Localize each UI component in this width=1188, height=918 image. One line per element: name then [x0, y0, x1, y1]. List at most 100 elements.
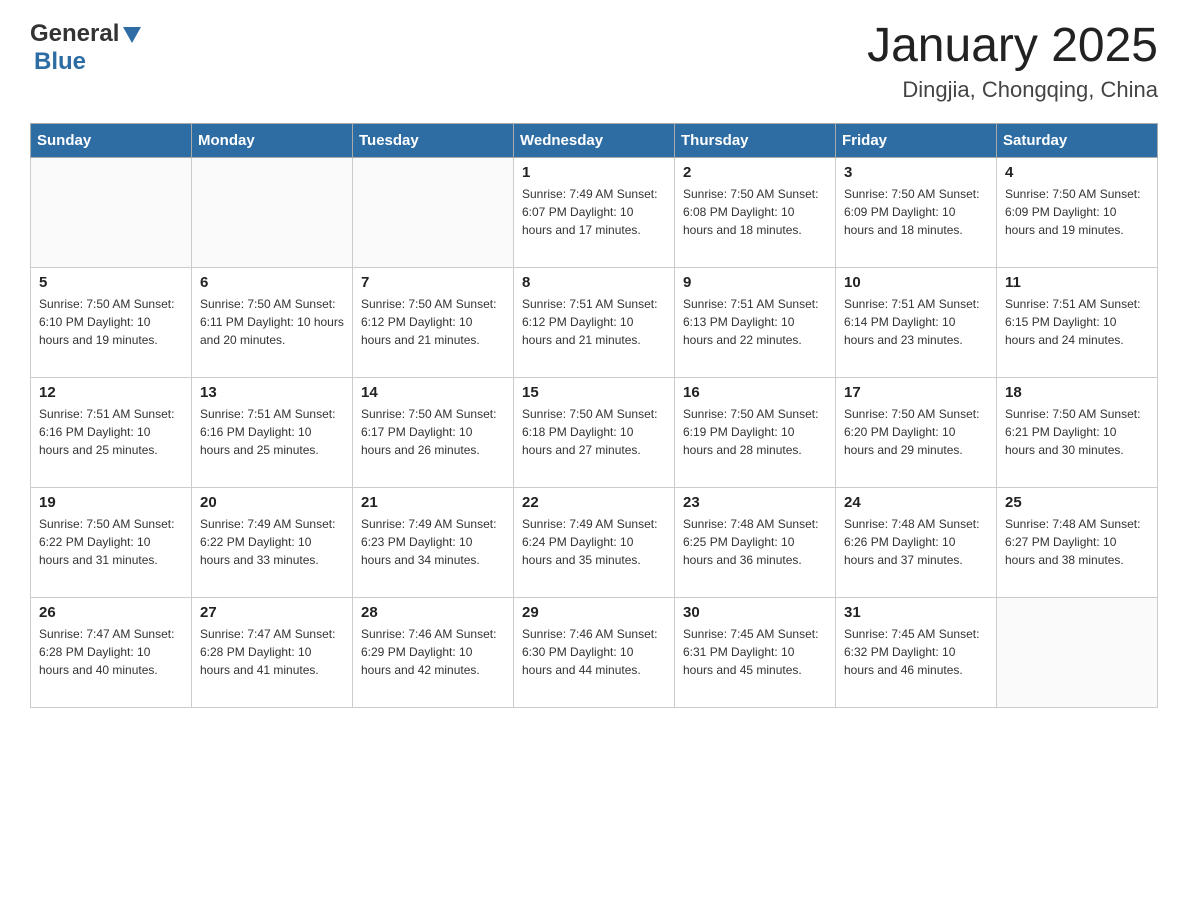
calendar-cell: 3 Sunrise: 7:50 AM Sunset: 6:09 PM Daylig… [836, 157, 997, 267]
day-number: 16 [683, 384, 827, 401]
day-info: Sunrise: 7:50 AM Sunset: 6:12 PM Dayligh… [361, 295, 505, 349]
page-header: General Blue January 2025 Dingjia, Chong… [30, 20, 1158, 103]
day-number: 15 [522, 384, 666, 401]
calendar-cell: 26Sunrise: 7:47 AM Sunset: 6:28 PM Dayli… [31, 597, 192, 707]
day-info: Sunrise: 7:45 AM Sunset: 6:32 PM Dayligh… [844, 625, 988, 679]
day-number: 28 [361, 604, 505, 621]
calendar-cell [997, 597, 1158, 707]
day-info: Sunrise: 7:50 AM Sunset: 6:21 PM Dayligh… [1005, 405, 1149, 459]
logo-blue-text: Blue [34, 48, 86, 75]
weekday-header-saturday: Saturday [997, 123, 1158, 157]
day-info: Sunrise: 7:45 AM Sunset: 6:31 PM Dayligh… [683, 625, 827, 679]
day-info: Sunrise: 7:51 AM Sunset: 6:16 PM Dayligh… [39, 405, 183, 459]
day-info: Sunrise: 7:51 AM Sunset: 6:12 PM Dayligh… [522, 295, 666, 349]
calendar-cell: 9 Sunrise: 7:51 AM Sunset: 6:13 PM Daylig… [675, 267, 836, 377]
day-info: Sunrise: 7:48 AM Sunset: 6:27 PM Dayligh… [1005, 515, 1149, 569]
calendar-week-1: 1Sunrise: 7:49 AM Sunset: 6:07 PM Daylig… [31, 157, 1158, 267]
day-number: 3 [844, 164, 988, 181]
day-number: 9 [683, 274, 827, 291]
calendar-cell: 7 Sunrise: 7:50 AM Sunset: 6:12 PM Daylig… [353, 267, 514, 377]
day-info: Sunrise: 7:50 AM Sunset: 6:18 PM Dayligh… [522, 405, 666, 459]
day-info: Sunrise: 7:49 AM Sunset: 6:24 PM Dayligh… [522, 515, 666, 569]
weekday-header-row: SundayMondayTuesdayWednesdayThursdayFrid… [31, 123, 1158, 157]
day-info: Sunrise: 7:50 AM Sunset: 6:19 PM Dayligh… [683, 405, 827, 459]
calendar-cell: 29 Sunrise: 7:46 AM Sunset: 6:30 PM Dayli… [514, 597, 675, 707]
day-number: 13 [200, 384, 344, 401]
calendar-cell [353, 157, 514, 267]
calendar-cell: 20 Sunrise: 7:49 AM Sunset: 6:22 PM Dayli… [192, 487, 353, 597]
calendar-cell: 30 Sunrise: 7:45 AM Sunset: 6:31 PM Dayli… [675, 597, 836, 707]
day-number: 5 [39, 274, 183, 291]
month-title: January 2025 [867, 20, 1158, 73]
weekday-header-thursday: Thursday [675, 123, 836, 157]
day-info: Sunrise: 7:49 AM Sunset: 6:07 PM Dayligh… [522, 185, 666, 239]
day-info: Sunrise: 7:48 AM Sunset: 6:25 PM Dayligh… [683, 515, 827, 569]
day-number: 30 [683, 604, 827, 621]
day-number: 24 [844, 494, 988, 511]
calendar-cell: 22Sunrise: 7:49 AM Sunset: 6:24 PM Dayli… [514, 487, 675, 597]
day-info: Sunrise: 7:47 AM Sunset: 6:28 PM Dayligh… [200, 625, 344, 679]
day-info: Sunrise: 7:50 AM Sunset: 6:22 PM Dayligh… [39, 515, 183, 569]
day-number: 11 [1005, 274, 1149, 291]
calendar-week-3: 12Sunrise: 7:51 AM Sunset: 6:16 PM Dayli… [31, 377, 1158, 487]
calendar-cell: 18 Sunrise: 7:50 AM Sunset: 6:21 PM Dayli… [997, 377, 1158, 487]
weekday-header-wednesday: Wednesday [514, 123, 675, 157]
calendar-cell: 1Sunrise: 7:49 AM Sunset: 6:07 PM Daylig… [514, 157, 675, 267]
day-info: Sunrise: 7:51 AM Sunset: 6:15 PM Dayligh… [1005, 295, 1149, 349]
calendar-cell: 5 Sunrise: 7:50 AM Sunset: 6:10 PM Daylig… [31, 267, 192, 377]
calendar-week-4: 19 Sunrise: 7:50 AM Sunset: 6:22 PM Dayli… [31, 487, 1158, 597]
day-number: 7 [361, 274, 505, 291]
weekday-header-sunday: Sunday [31, 123, 192, 157]
day-number: 6 [200, 274, 344, 291]
day-info: Sunrise: 7:50 AM Sunset: 6:10 PM Dayligh… [39, 295, 183, 349]
day-number: 25 [1005, 494, 1149, 511]
weekday-header-friday: Friday [836, 123, 997, 157]
day-info: Sunrise: 7:49 AM Sunset: 6:22 PM Dayligh… [200, 515, 344, 569]
weekday-header-monday: Monday [192, 123, 353, 157]
day-number: 20 [200, 494, 344, 511]
calendar-cell: 28 Sunrise: 7:46 AM Sunset: 6:29 PM Dayli… [353, 597, 514, 707]
day-number: 8 [522, 274, 666, 291]
day-number: 23 [683, 494, 827, 511]
day-number: 17 [844, 384, 988, 401]
day-info: Sunrise: 7:49 AM Sunset: 6:23 PM Dayligh… [361, 515, 505, 569]
calendar-cell: 2 Sunrise: 7:50 AM Sunset: 6:08 PM Daylig… [675, 157, 836, 267]
calendar-cell: 6 Sunrise: 7:50 AM Sunset: 6:11 PM Daylig… [192, 267, 353, 377]
day-info: Sunrise: 7:51 AM Sunset: 6:14 PM Dayligh… [844, 295, 988, 349]
day-number: 18 [1005, 384, 1149, 401]
day-number: 4 [1005, 164, 1149, 181]
logo-triangle-icon [121, 25, 143, 45]
calendar-cell: 8 Sunrise: 7:51 AM Sunset: 6:12 PM Daylig… [514, 267, 675, 377]
calendar-cell: 4 Sunrise: 7:50 AM Sunset: 6:09 PM Daylig… [997, 157, 1158, 267]
day-info: Sunrise: 7:50 AM Sunset: 6:20 PM Dayligh… [844, 405, 988, 459]
calendar-cell: 19 Sunrise: 7:50 AM Sunset: 6:22 PM Dayli… [31, 487, 192, 597]
day-info: Sunrise: 7:51 AM Sunset: 6:13 PM Dayligh… [683, 295, 827, 349]
day-number: 10 [844, 274, 988, 291]
weekday-header-tuesday: Tuesday [353, 123, 514, 157]
calendar-week-5: 26Sunrise: 7:47 AM Sunset: 6:28 PM Dayli… [31, 597, 1158, 707]
calendar-table: SundayMondayTuesdayWednesdayThursdayFrid… [30, 123, 1158, 708]
day-number: 29 [522, 604, 666, 621]
day-info: Sunrise: 7:47 AM Sunset: 6:28 PM Dayligh… [39, 625, 183, 679]
day-number: 19 [39, 494, 183, 511]
day-info: Sunrise: 7:50 AM Sunset: 6:09 PM Dayligh… [1005, 185, 1149, 239]
day-info: Sunrise: 7:50 AM Sunset: 6:09 PM Dayligh… [844, 185, 988, 239]
day-number: 31 [844, 604, 988, 621]
calendar-cell: 15 Sunrise: 7:50 AM Sunset: 6:18 PM Dayli… [514, 377, 675, 487]
day-info: Sunrise: 7:46 AM Sunset: 6:30 PM Dayligh… [522, 625, 666, 679]
calendar-cell: 16 Sunrise: 7:50 AM Sunset: 6:19 PM Dayli… [675, 377, 836, 487]
day-info: Sunrise: 7:50 AM Sunset: 6:11 PM Dayligh… [200, 295, 344, 349]
day-info: Sunrise: 7:50 AM Sunset: 6:08 PM Dayligh… [683, 185, 827, 239]
day-info: Sunrise: 7:50 AM Sunset: 6:17 PM Dayligh… [361, 405, 505, 459]
calendar-cell: 23 Sunrise: 7:48 AM Sunset: 6:25 PM Dayli… [675, 487, 836, 597]
calendar-cell [192, 157, 353, 267]
day-info: Sunrise: 7:46 AM Sunset: 6:29 PM Dayligh… [361, 625, 505, 679]
day-number: 14 [361, 384, 505, 401]
logo: General Blue [30, 20, 143, 76]
calendar-cell: 25 Sunrise: 7:48 AM Sunset: 6:27 PM Dayli… [997, 487, 1158, 597]
day-number: 2 [683, 164, 827, 181]
day-number: 27 [200, 604, 344, 621]
day-info: Sunrise: 7:48 AM Sunset: 6:26 PM Dayligh… [844, 515, 988, 569]
calendar-cell: 11 Sunrise: 7:51 AM Sunset: 6:15 PM Dayli… [997, 267, 1158, 377]
title-block: January 2025 Dingjia, Chongqing, China [867, 20, 1158, 103]
